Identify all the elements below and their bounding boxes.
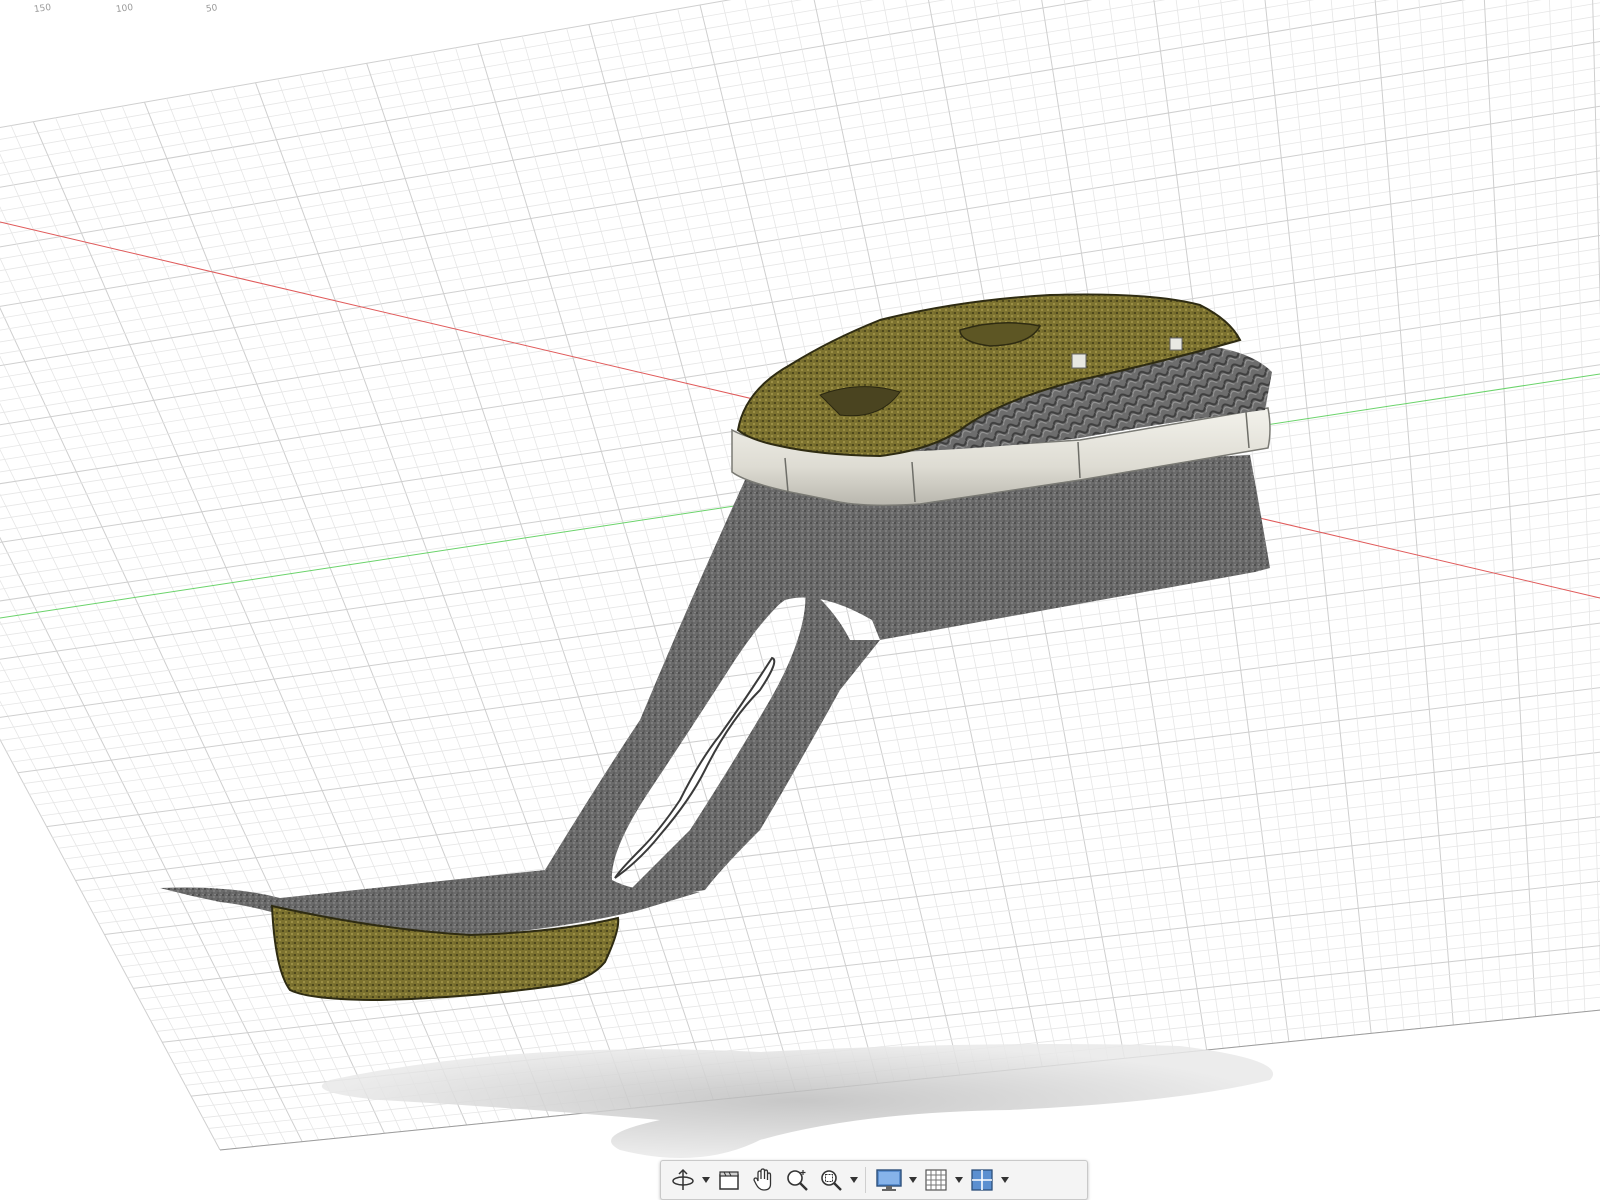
grid-line [1549, 0, 1586, 1012]
grid-line [0, 661, 254, 1147]
armrest-clip [1071, 353, 1087, 369]
navigation-toolbar [660, 1160, 1088, 1200]
grid-line [81, 700, 1600, 892]
viewport-scene[interactable] [0, 0, 1600, 1192]
zoom-button[interactable] [781, 1165, 813, 1195]
grid-line [1505, 0, 1553, 1016]
look-at-icon [719, 1171, 739, 1190]
grid-line [75, 687, 1600, 882]
grid-line [1374, 0, 1454, 1026]
grid-line [0, 0, 1166, 200]
grid-settings-menu-caret[interactable] [954, 1165, 964, 1195]
grid-line [87, 713, 1600, 903]
grid-line [1592, 0, 1600, 316]
grid-line [1483, 0, 1537, 1017]
monitor-icon [876, 1169, 902, 1191]
grid-line [0, 700, 237, 1149]
zoom-icon [787, 1170, 808, 1191]
grid-icon [925, 1169, 947, 1191]
look-at-button[interactable] [713, 1165, 745, 1195]
grid-line [0, 28, 1600, 295]
fit-button[interactable] [815, 1165, 847, 1195]
fit-menu-caret[interactable] [849, 1165, 859, 1195]
pan-hand-icon [753, 1168, 772, 1191]
viewports-button[interactable] [966, 1165, 998, 1195]
ruler-label: 50 [205, 3, 219, 15]
grid-line [0, 2, 1600, 272]
pan-button[interactable] [747, 1165, 779, 1195]
grid-line [0, 0, 732, 129]
grid-line [0, 0, 946, 164]
grid-line [1264, 0, 1372, 1034]
canvas-viewport[interactable]: 150 100 50 [0, 0, 1600, 1192]
orbit-icon [672, 1168, 694, 1190]
display-settings-button[interactable] [872, 1165, 906, 1195]
grid-line [1418, 0, 1487, 1022]
toolbar-divider [865, 1167, 866, 1193]
grid-line [0, 448, 336, 1139]
grid-line [1352, 0, 1438, 1027]
grid-line [1286, 0, 1388, 1032]
zoom-window-icon [821, 1170, 842, 1191]
grid-line [0, 15, 1600, 284]
armrest-clip [1169, 337, 1183, 351]
grid-line [0, 0, 803, 140]
viewports-menu-caret[interactable] [1000, 1165, 1010, 1195]
orbit-button[interactable] [667, 1165, 699, 1195]
grid-settings-button[interactable] [920, 1165, 952, 1195]
viewports-icon [971, 1169, 993, 1191]
display-settings-menu-caret[interactable] [908, 1165, 918, 1195]
orbit-menu-caret[interactable] [701, 1165, 711, 1195]
